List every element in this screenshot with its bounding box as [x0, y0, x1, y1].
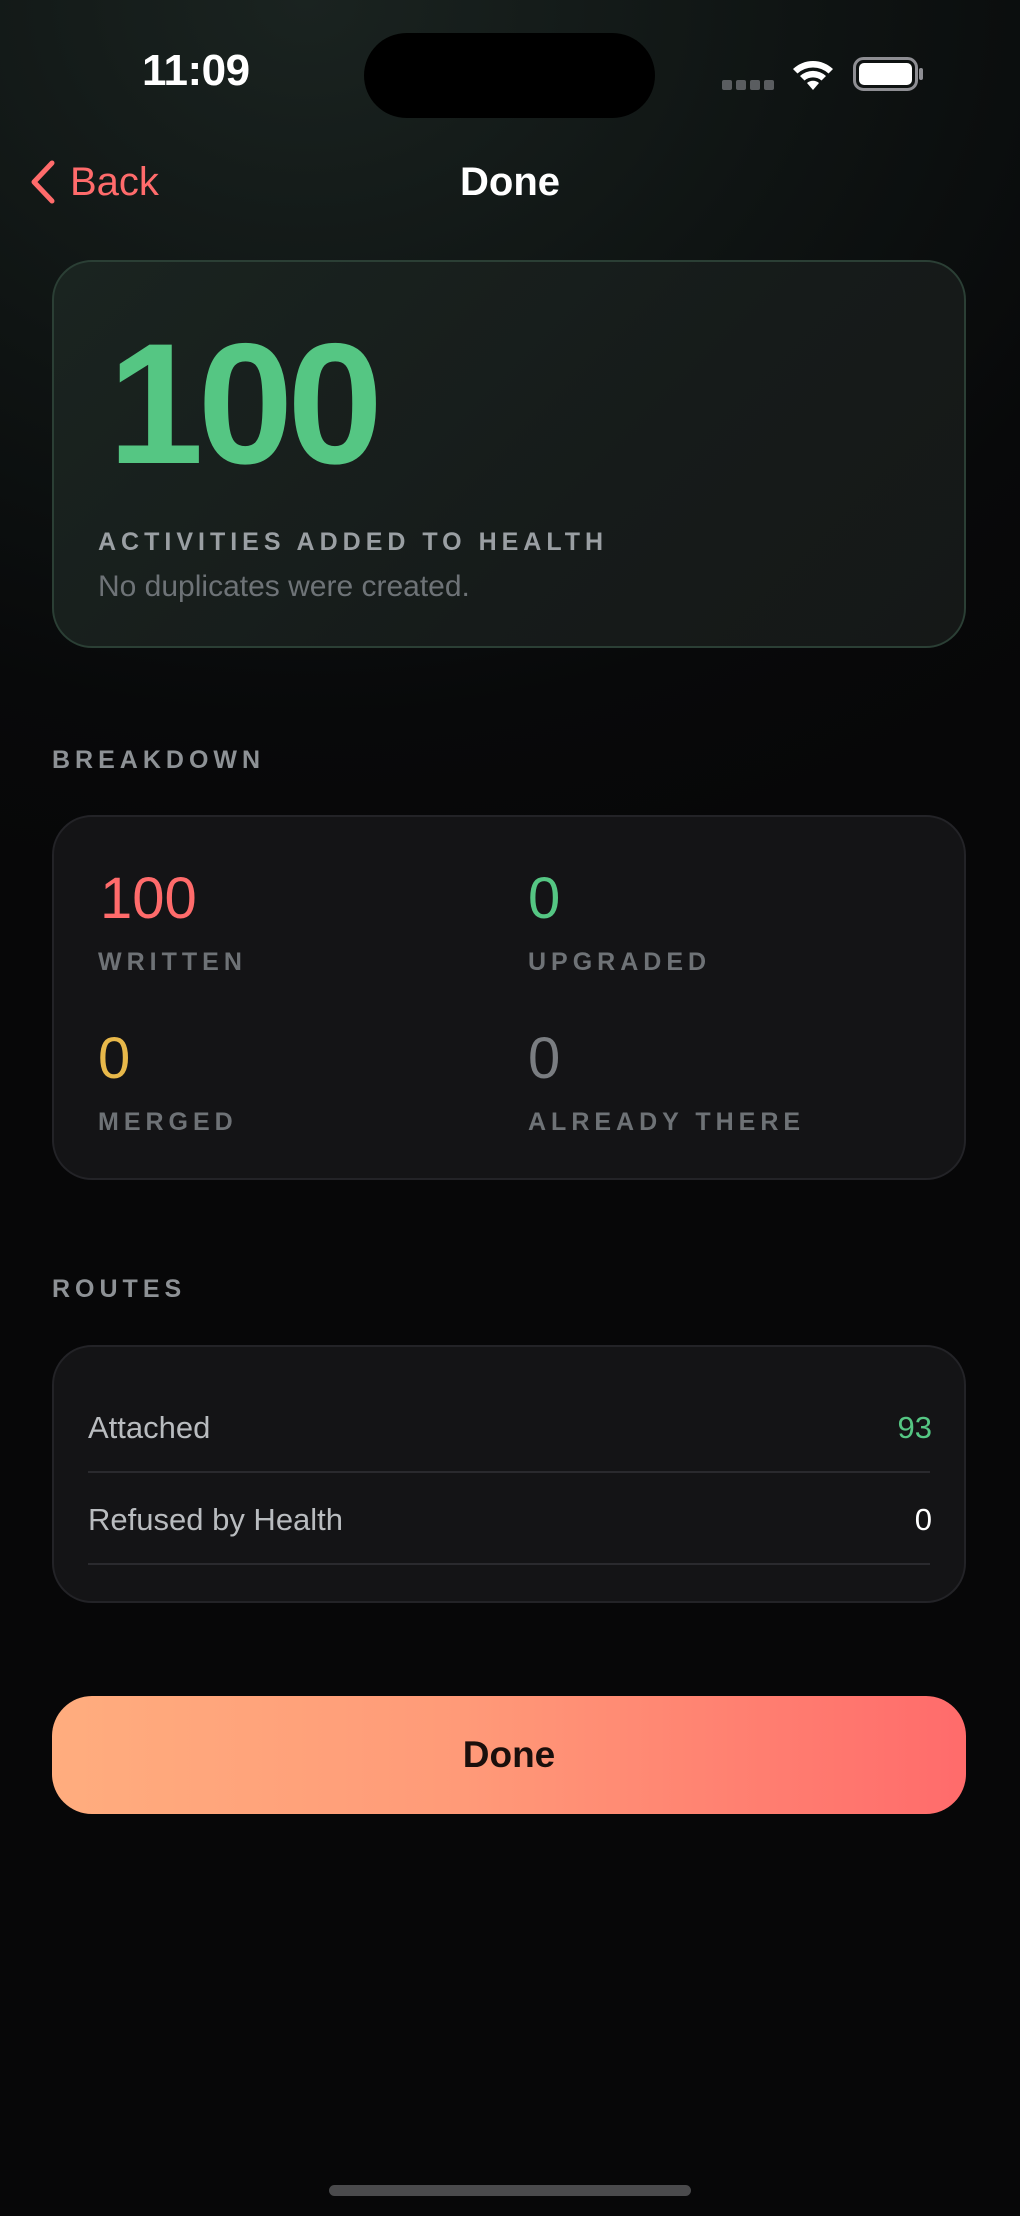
route-row-refused-label: Refused by Health [88, 1502, 344, 1537]
battery-icon [853, 57, 925, 91]
dynamic-island [364, 33, 655, 118]
activities-label: ACTIVITIES ADDED TO HEALTH [98, 528, 609, 556]
stat-merged-label: MERGED [98, 1108, 238, 1136]
routes-heading: ROUTES [52, 1275, 187, 1303]
summary-subtitle: No duplicates were created. [98, 570, 470, 603]
done-button-label: Done [462, 1734, 556, 1775]
page-title: Done [460, 160, 560, 204]
stat-written-label: WRITTEN [98, 948, 247, 976]
route-row-attached-label: Attached [88, 1410, 211, 1445]
divider [88, 1563, 930, 1565]
done-button[interactable]: Done [52, 1696, 966, 1814]
wifi-icon [790, 56, 836, 92]
stat-upgraded-value: 0 [528, 866, 561, 931]
stat-written-value: 100 [100, 866, 197, 931]
activities-count: 100 [108, 308, 383, 500]
divider [88, 1471, 930, 1473]
stat-already-there-label: ALREADY THERE [528, 1108, 806, 1136]
route-row-attached-value: 93 [897, 1410, 932, 1445]
route-row-refused-value: 0 [914, 1502, 932, 1537]
stat-already-there-value: 0 [528, 1026, 561, 1091]
breakdown-heading: BREAKDOWN [52, 746, 266, 774]
stat-upgraded-label: UPGRADED [528, 948, 712, 976]
cellular-signal-icon [722, 80, 774, 92]
stat-merged-value: 0 [98, 1026, 131, 1091]
home-indicator[interactable] [329, 2185, 691, 2196]
status-time: 11:09 [142, 46, 250, 95]
